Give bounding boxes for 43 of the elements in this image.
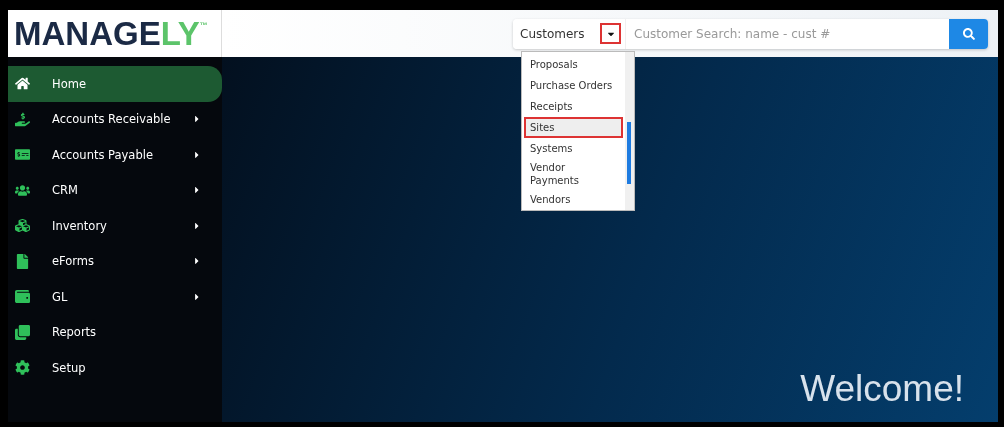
sidebar-label: Inventory xyxy=(52,218,108,233)
settings-icon xyxy=(14,360,30,376)
sidebar-item[interactable]: Setup xyxy=(8,350,222,386)
sidebar-label: Setup xyxy=(52,360,87,375)
sidebar-label: Accounts Receivable xyxy=(52,112,172,127)
sidebar-label: Accounts Payable xyxy=(52,147,154,162)
sidebar-item[interactable]: eForms xyxy=(8,243,222,279)
home-icon xyxy=(14,76,30,92)
people-icon xyxy=(14,182,30,198)
dropdown-item[interactable]: Vendor Payments xyxy=(524,159,623,189)
sidebar-item[interactable]: Accounts Payable xyxy=(8,137,222,173)
welcome-text: Welcome! xyxy=(800,368,964,410)
search-button[interactable] xyxy=(949,18,988,49)
money-card-icon xyxy=(14,147,30,163)
copy-icon xyxy=(14,324,30,340)
dropdown-item[interactable]: Purchase Orders xyxy=(524,75,623,96)
dropdown-item[interactable]: Proposals xyxy=(524,54,623,75)
dropdown-item[interactable]: Sites xyxy=(524,117,623,138)
sidebar-label: eForms xyxy=(52,254,96,269)
scrollbar[interactable] xyxy=(625,52,634,210)
sidebar-label: Reports xyxy=(52,325,98,340)
sidebar-label: CRM xyxy=(52,183,79,198)
sidebar-item[interactable]: Home xyxy=(8,66,222,102)
sidebar-item[interactable]: Inventory xyxy=(8,208,222,244)
search-icon xyxy=(962,27,975,40)
search-field[interactable]: Customer Search: name - cust # xyxy=(625,18,949,49)
sidebar-label: Home xyxy=(52,76,87,91)
file-icon xyxy=(14,253,30,269)
sidebar-item[interactable]: Reports xyxy=(8,314,222,350)
sidebar-item[interactable]: CRM xyxy=(8,172,222,208)
boxes-icon xyxy=(14,218,30,234)
sidebar-label: GL xyxy=(52,289,69,304)
dropdown-item[interactable]: Vendors xyxy=(524,189,623,210)
dropdown-toggle[interactable] xyxy=(600,23,621,44)
dropdown-item[interactable]: Systems xyxy=(524,138,623,159)
sidebar-item[interactable]: Accounts Receivable xyxy=(8,101,222,137)
scrollbar-thumb[interactable] xyxy=(627,122,631,184)
hand-dollar-icon xyxy=(14,111,30,127)
wallet-icon xyxy=(14,289,30,305)
sidebar-item[interactable]: GL xyxy=(8,279,222,315)
dropdown-item[interactable]: Receipts xyxy=(524,96,623,117)
category-select[interactable]: Customers xyxy=(513,18,625,49)
logo: MANAGELY™ xyxy=(14,14,208,53)
